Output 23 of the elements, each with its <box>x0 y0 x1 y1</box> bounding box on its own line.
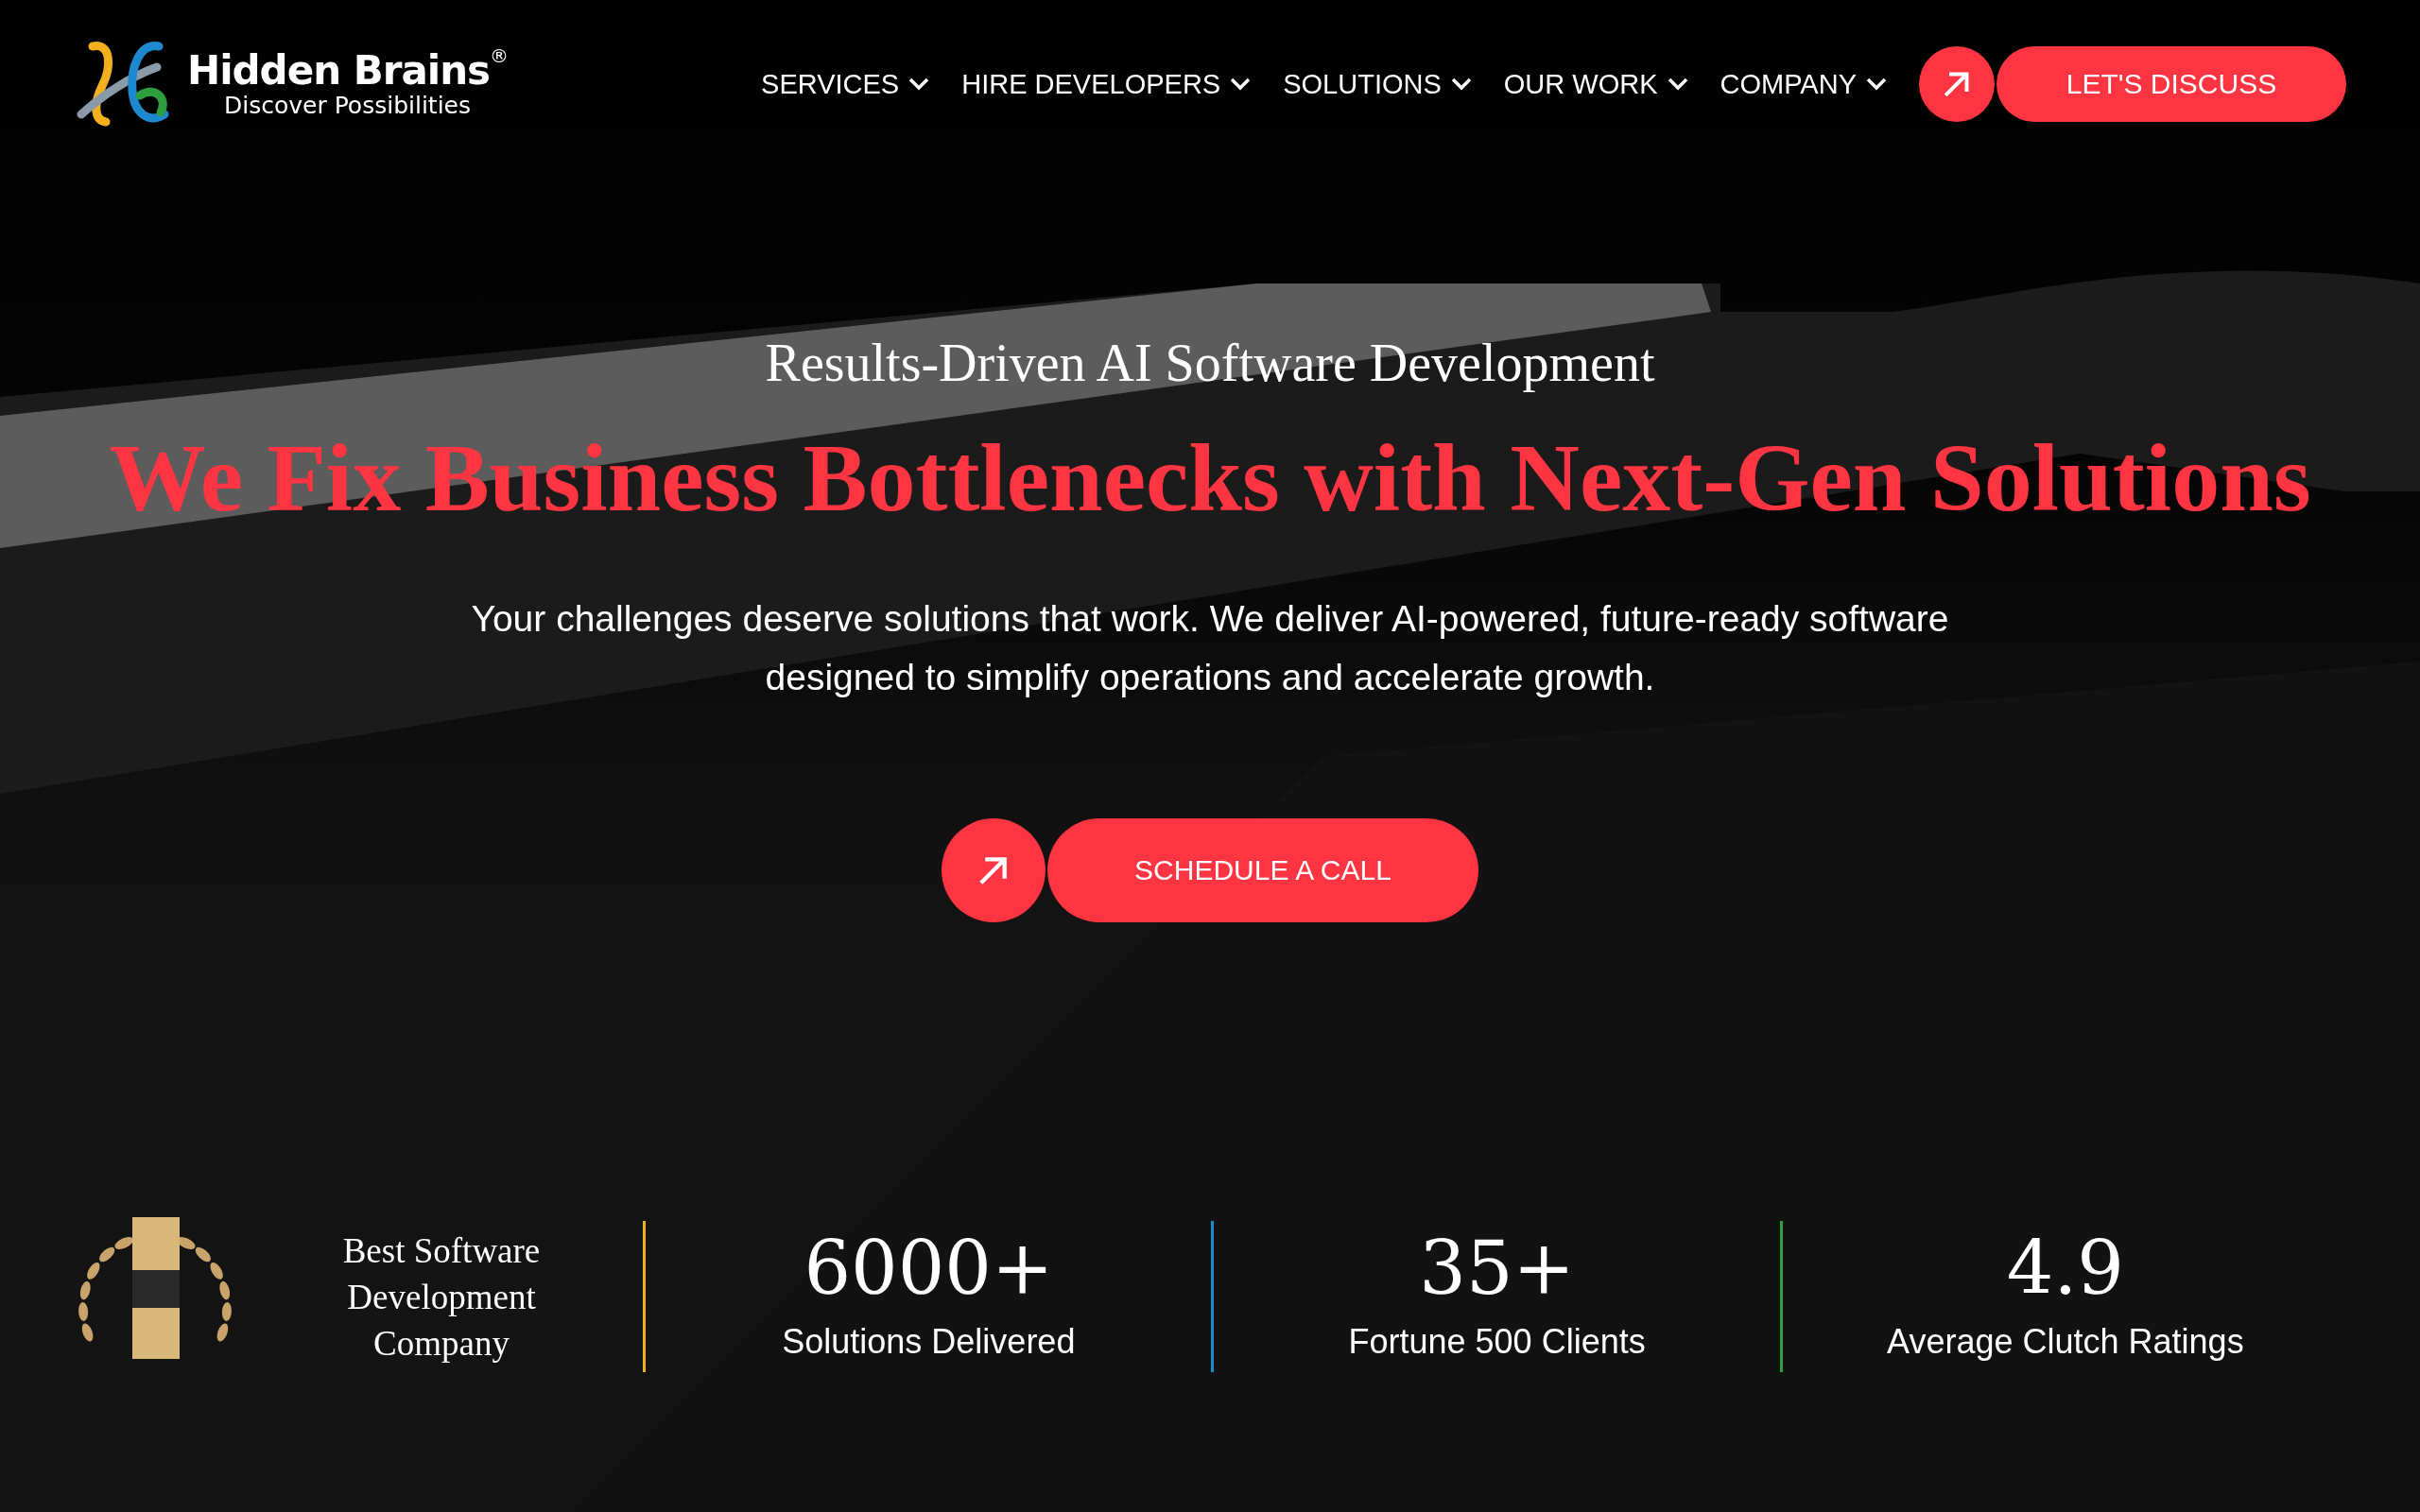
nav-link[interactable]: SOLUTIONS <box>1283 68 1472 100</box>
lets-discuss-button[interactable]: LET'S DISCUSS <box>1996 46 2346 122</box>
stat-value: 35+ <box>1419 1231 1575 1305</box>
chevron-down-icon <box>1866 77 1887 91</box>
stat-value: 6000+ <box>804 1231 1054 1305</box>
chevron-down-icon <box>1450 77 1472 91</box>
chevron-down-icon <box>1667 77 1688 91</box>
chevron-down-icon <box>908 77 930 91</box>
hero-headline: We Fix Business Bottlenecks with Next-Gen Solutions <box>109 425 2311 532</box>
nav-link[interactable]: OUR WORK <box>1503 68 1688 100</box>
stat-label: Fortune 500 Clients <box>1348 1322 1646 1362</box>
award-title: Best Software Development Company <box>341 1229 542 1365</box>
brand-tagline: Discover Possibilities <box>224 93 471 119</box>
schedule-call-button[interactable]: SCHEDULE A CALL <box>1047 818 1478 923</box>
nav-link[interactable]: HIRE DEVELOPERS <box>961 68 1252 100</box>
stat-label: Average Clutch Ratings <box>1887 1322 2244 1362</box>
stat-label: Solutions Delivered <box>782 1322 1076 1362</box>
brand-name: Hidden Brains$^{®}$ <box>187 49 509 94</box>
chevron-down-icon <box>1230 77 1252 91</box>
stat-value: 4.9 <box>2006 1231 2124 1305</box>
nav-link[interactable]: SERVICES <box>761 68 930 100</box>
nav-link[interactable]: COMPANY <box>1720 68 1887 100</box>
hero-description: Your challenges deserve solutions that work. We deliver AI-powered, future-ready software designed to simplify operations and accelerate growth. <box>470 597 1950 700</box>
